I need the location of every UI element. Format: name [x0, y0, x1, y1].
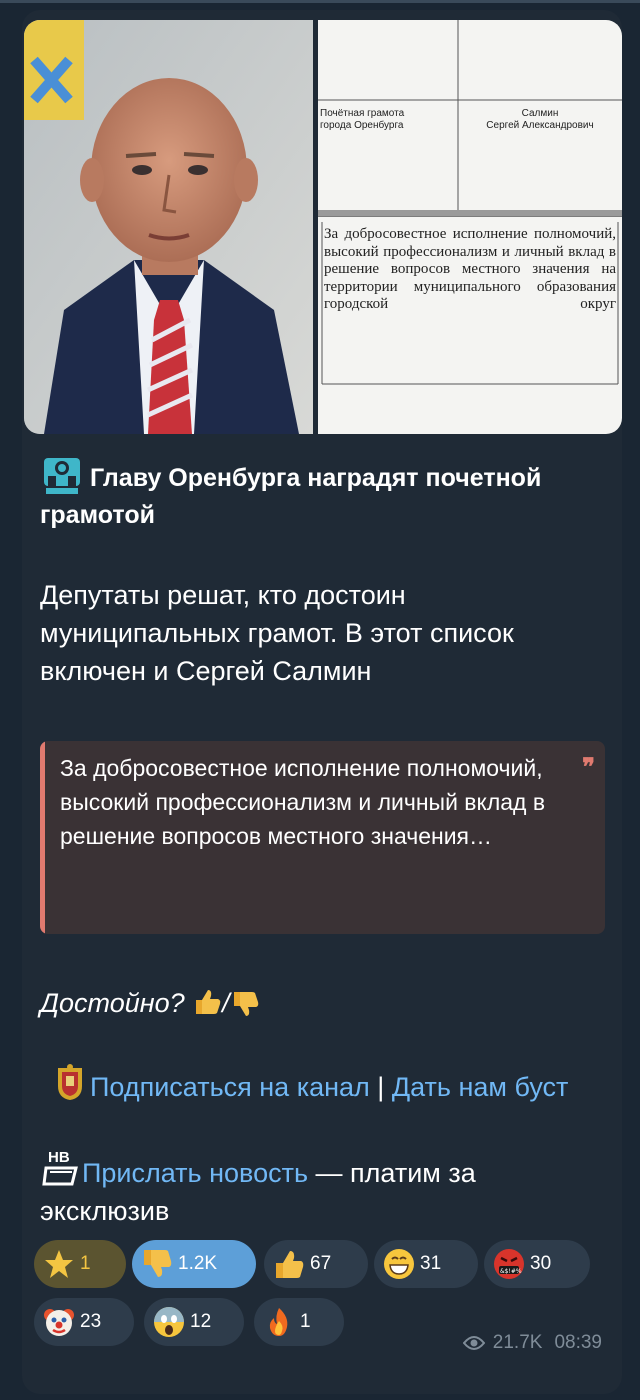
send-news-link[interactable]: Прислать новость [82, 1158, 308, 1188]
document-name-cell: Салмин Сергей Александрович [486, 108, 594, 131]
reaction-thumbs-down[interactable]: 1.2K [132, 1240, 256, 1288]
reaction-count: 1.2K [178, 1253, 218, 1274]
views-count: 21.7K [492, 1332, 543, 1353]
newspaper-icon: НВ [42, 1149, 78, 1186]
top-divider [0, 0, 640, 3]
document-body-text: За добросовестное исполнение полномочий,… [324, 226, 616, 312]
reaction-count: 1 [300, 1311, 311, 1332]
reaction-count: 12 [190, 1311, 212, 1332]
fire-icon [269, 1308, 288, 1336]
post-question: Достойно? / [40, 984, 600, 1022]
post-title: Главу Оренбурга наградят почетной грамот… [40, 452, 580, 534]
message-meta: 21.7K 08:39 [462, 1332, 602, 1354]
blockquote: За добросовестное исполнение полномочий,… [40, 741, 605, 934]
reaction-scream[interactable]: 12 [144, 1298, 244, 1346]
reaction-count: 67 [310, 1253, 332, 1274]
scream-icon [154, 1307, 184, 1337]
svg-text:НВ: НВ [48, 1149, 70, 1166]
reaction-angry[interactable]: &$!#% 30 [484, 1240, 590, 1288]
reaction-count: 31 [420, 1253, 442, 1274]
subscribe-link[interactable]: Подписаться на канал [90, 1072, 370, 1102]
message-time: 08:39 [554, 1332, 602, 1353]
thumbs-down-icon [233, 992, 258, 1016]
quote-mark-icon: ❞ [582, 755, 595, 781]
post-lead: Депутаты решат, кто достоин муниципальны… [40, 580, 514, 686]
clown-icon [44, 1309, 74, 1336]
post-title-text: Главу Оренбурга наградят почетной грамот… [40, 464, 542, 529]
thumbs-up-icon [276, 1251, 304, 1278]
reaction-star[interactable]: 1 [34, 1240, 126, 1288]
portrait-photo[interactable] [24, 20, 313, 434]
grin-icon [384, 1249, 414, 1279]
quote-text: За добросовестное исполнение полномочий,… [60, 755, 546, 849]
boost-link[interactable]: Дать нам буст [392, 1072, 569, 1102]
angry-cursing-icon: &$!#% [494, 1249, 524, 1279]
quote-accent-bar [40, 741, 45, 934]
document-photo[interactable]: Почётная грамота города Оренбурга Салмин… [318, 20, 622, 434]
reaction-count: 30 [530, 1253, 552, 1274]
document-table: Почётная грамота города Оренбурга Салмин… [318, 20, 622, 434]
question-text: Достойно? [40, 988, 185, 1018]
reaction-count: 23 [80, 1311, 102, 1332]
star-icon [45, 1250, 73, 1278]
thumbs-down-icon [144, 1250, 172, 1277]
svg-text:&$!#%: &$!#% [500, 1268, 522, 1275]
coat-of-arms-icon [58, 1064, 82, 1100]
reaction-thumbs-up[interactable]: 67 [264, 1240, 368, 1288]
reaction-count: 1 [80, 1253, 91, 1274]
reaction-clown[interactable]: 23 [34, 1298, 134, 1346]
reaction-fire[interactable]: 1 [254, 1298, 344, 1346]
channel-logo-icon [44, 458, 80, 494]
thumbs-up-icon [196, 990, 221, 1014]
subscribe-line: Подписаться на канал | Дать нам буст [40, 1064, 600, 1106]
link-separator: | [369, 1072, 392, 1102]
media-album: Почётная грамота города Оренбурга Салмин… [24, 18, 622, 434]
portrait-illustration [24, 20, 313, 434]
question-separator: / [222, 988, 230, 1018]
eye-icon [462, 1336, 485, 1350]
document-award-cell: Почётная грамота города Оренбурга [320, 108, 405, 131]
send-news-line: НВ Прислать новость — платим за эксклюзи… [40, 1146, 600, 1230]
reaction-grin[interactable]: 31 [374, 1240, 478, 1288]
